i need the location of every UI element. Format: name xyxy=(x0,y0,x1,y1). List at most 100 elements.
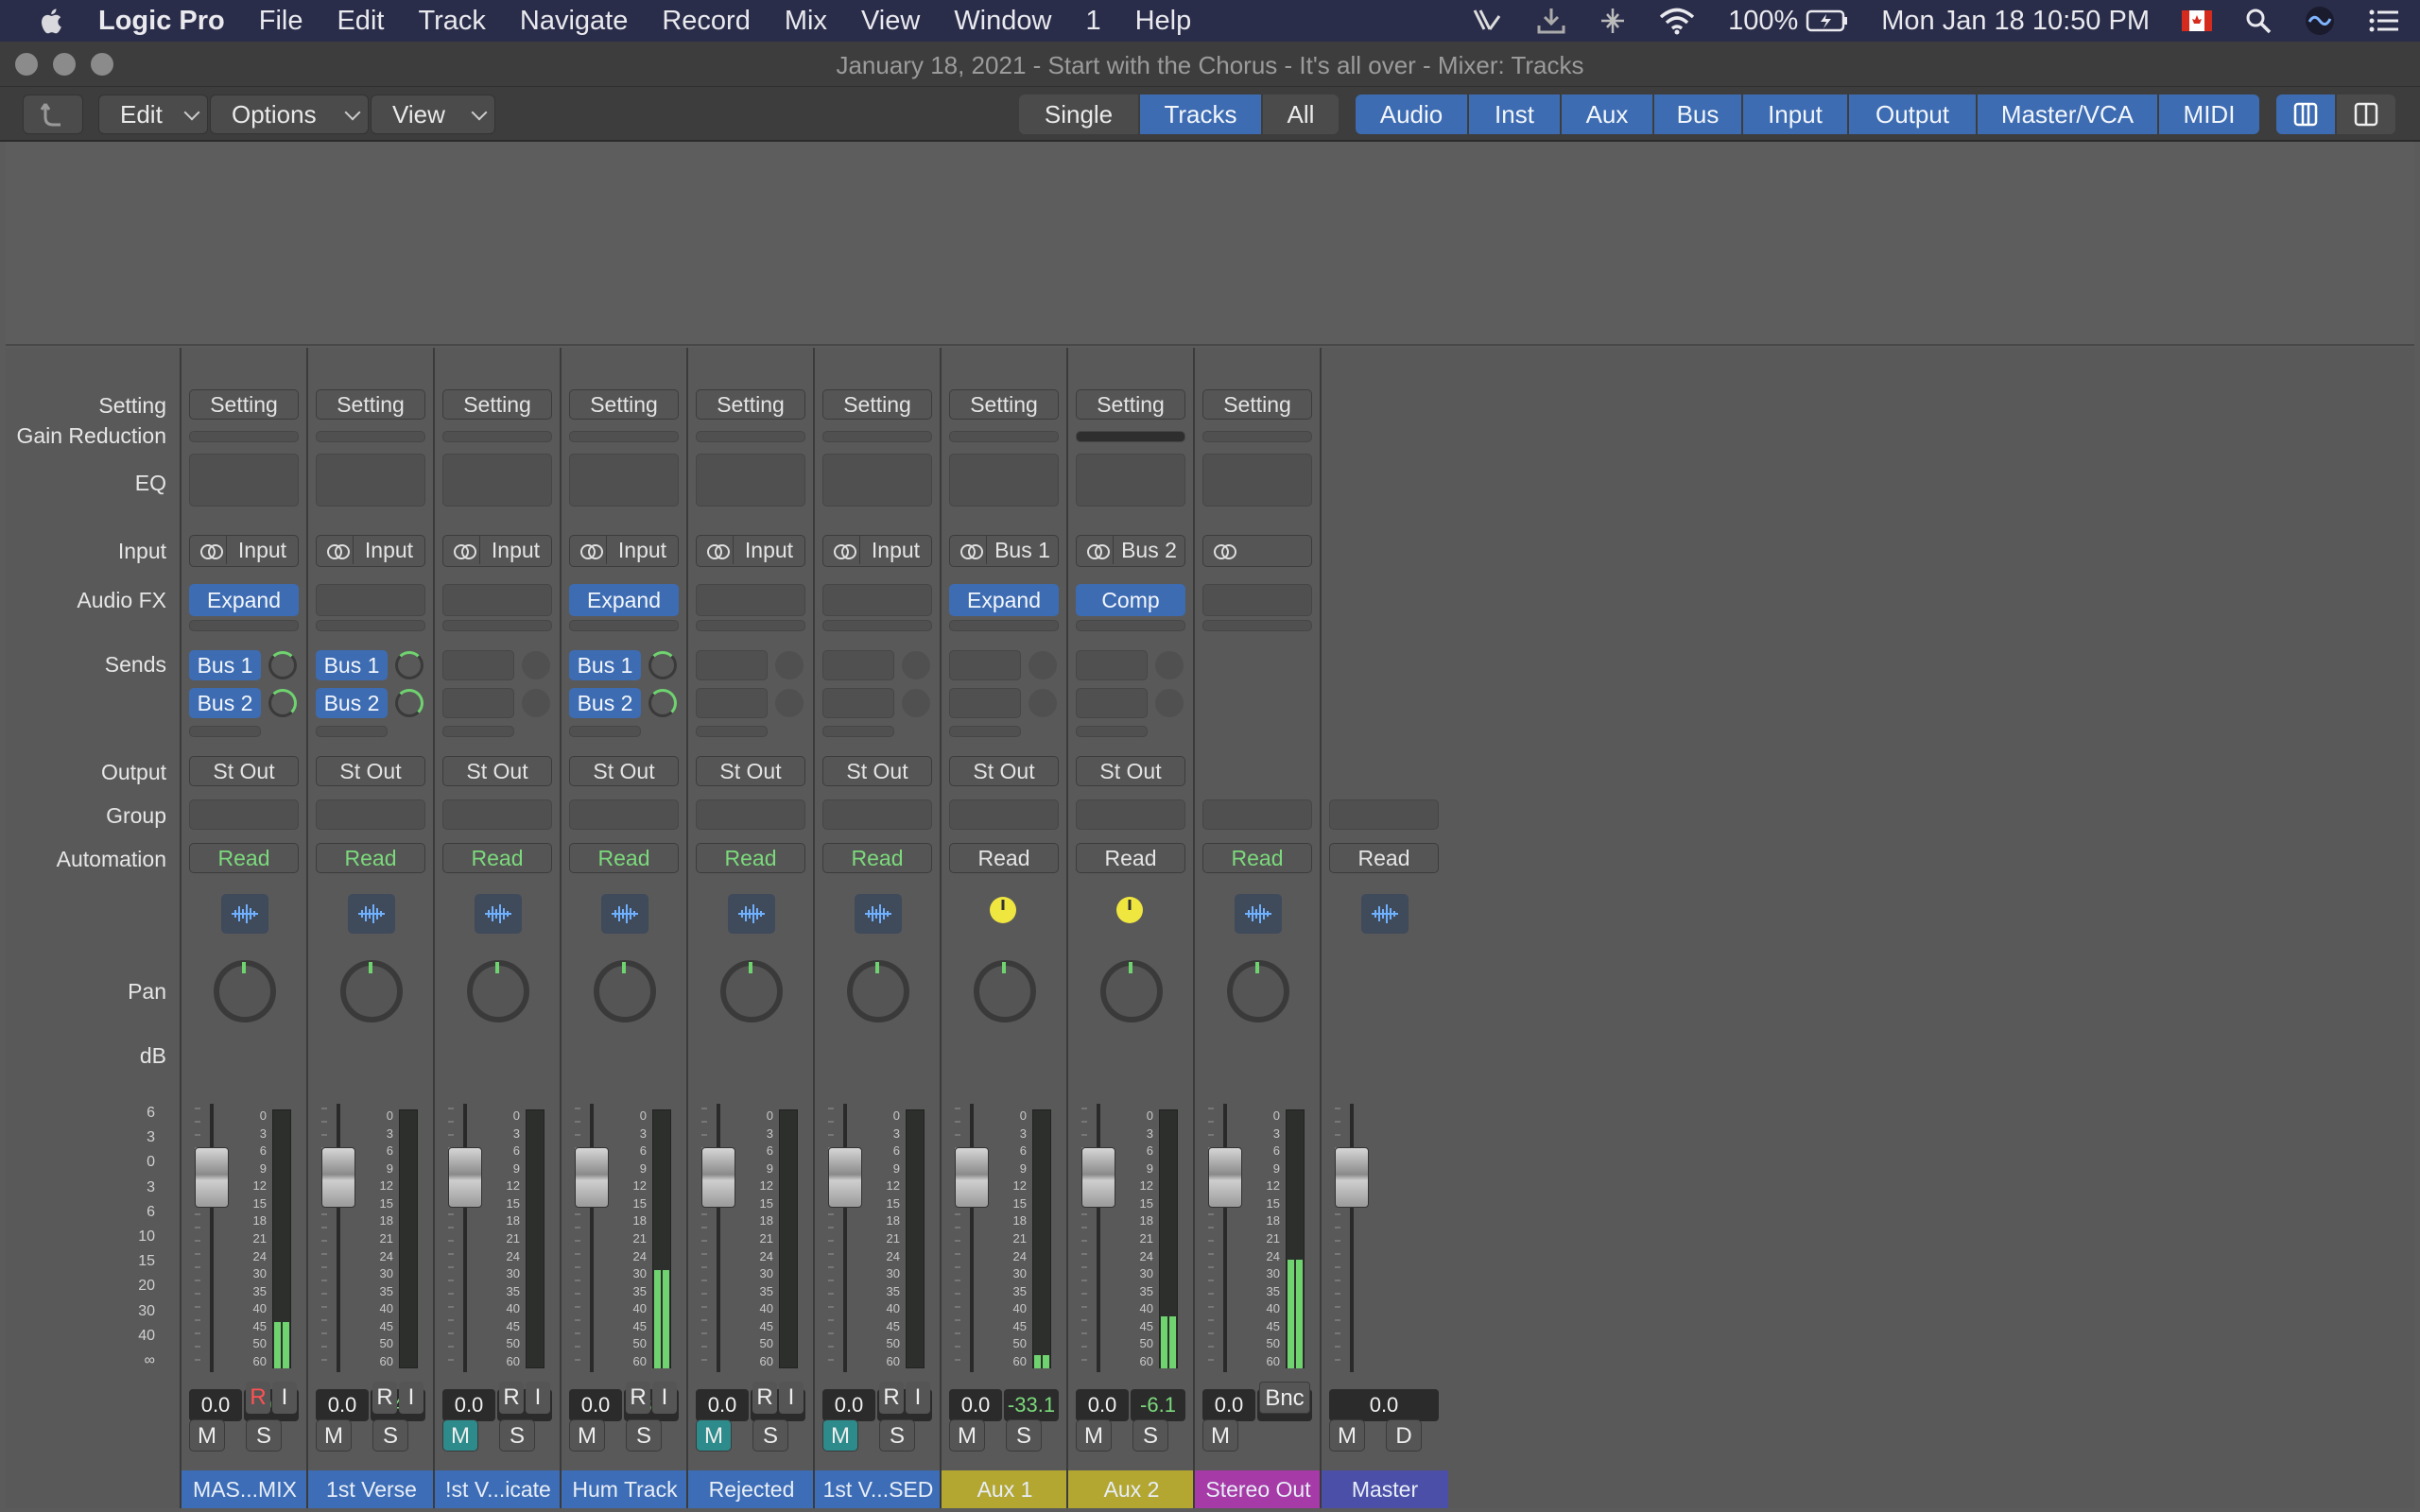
input-slot[interactable]: Input xyxy=(189,535,299,567)
input-slot[interactable] xyxy=(1202,535,1312,567)
volume-readout[interactable]: 0.0 xyxy=(316,1389,369,1421)
audio-fx-extra-slot[interactable] xyxy=(316,620,425,631)
send-level-knob[interactable] xyxy=(1155,651,1184,679)
volume-fader[interactable] xyxy=(701,1147,735,1208)
wifi-icon[interactable] xyxy=(1658,7,1696,35)
send-empty-slot[interactable] xyxy=(822,650,894,680)
menu-app-name[interactable]: Logic Pro xyxy=(98,6,225,37)
group-slot[interactable] xyxy=(1329,799,1439,830)
audio-fx-slot[interactable]: Expand xyxy=(189,584,299,616)
send-level-knob[interactable] xyxy=(1028,651,1057,679)
send-level-knob[interactable] xyxy=(648,689,677,717)
solo-button[interactable]: S xyxy=(879,1419,915,1452)
spotlight-search-icon[interactable] xyxy=(2244,7,2273,35)
aux-knob-icon[interactable] xyxy=(987,894,1019,931)
setting-button[interactable]: Setting xyxy=(822,389,932,420)
audio-fx-extra-slot[interactable] xyxy=(189,620,299,631)
filter-output-button[interactable]: Output xyxy=(1849,94,1976,134)
send-level-knob[interactable] xyxy=(775,689,804,717)
send-empty-slot[interactable] xyxy=(1076,688,1148,718)
menubar-clock[interactable]: Mon Jan 18 10:50 PM xyxy=(1881,6,2150,37)
volume-fader[interactable] xyxy=(448,1147,482,1208)
peak-readout[interactable]: -33.1 xyxy=(1004,1389,1059,1421)
automation-mode-button[interactable]: Read xyxy=(1329,843,1439,873)
automation-mode-button[interactable]: Read xyxy=(442,843,552,873)
download-tray-icon[interactable] xyxy=(1535,7,1567,35)
volume-readout[interactable]: 0.0 xyxy=(1202,1389,1255,1421)
setting-button[interactable]: Setting xyxy=(569,389,679,420)
filter-aux-button[interactable]: Aux xyxy=(1562,94,1652,134)
record-enable-button[interactable]: R xyxy=(372,1382,397,1414)
volume-readout[interactable]: 0.0 xyxy=(569,1389,622,1421)
mute-button[interactable]: M xyxy=(1202,1419,1238,1452)
setting-button[interactable]: Setting xyxy=(1076,389,1185,420)
input-slot[interactable]: Bus 2 xyxy=(1076,535,1185,567)
send-empty-slot[interactable] xyxy=(442,650,514,680)
volume-fader[interactable] xyxy=(575,1147,609,1208)
send-level-knob[interactable] xyxy=(648,651,677,679)
send-empty-slot[interactable] xyxy=(949,688,1021,718)
output-slot[interactable]: St Out xyxy=(696,756,805,786)
audio-fx-extra-slot[interactable] xyxy=(822,620,932,631)
solo-button[interactable]: S xyxy=(1006,1419,1042,1452)
setting-button[interactable]: Setting xyxy=(696,389,805,420)
pan-knob[interactable] xyxy=(1227,960,1289,1022)
input-slot[interactable]: Input xyxy=(316,535,425,567)
menu-file[interactable]: File xyxy=(259,6,303,37)
automation-mode-button[interactable]: Read xyxy=(1202,843,1312,873)
send-extra-slot[interactable] xyxy=(1076,726,1148,737)
volume-fader[interactable] xyxy=(828,1147,862,1208)
send-slot[interactable]: Bus 2 xyxy=(569,688,641,718)
group-slot[interactable] xyxy=(316,799,425,830)
wide-strips-button[interactable] xyxy=(2337,94,2395,134)
waveform-icon[interactable] xyxy=(1361,894,1409,934)
audio-fx-extra-slot[interactable] xyxy=(569,620,679,631)
send-extra-slot[interactable] xyxy=(822,726,894,737)
audio-fx-empty-slot[interactable] xyxy=(696,584,805,616)
input-monitor-button[interactable]: I xyxy=(779,1382,804,1414)
audio-fx-extra-slot[interactable] xyxy=(1076,620,1185,631)
track-name-plate[interactable]: Stereo Out xyxy=(1195,1470,1322,1508)
volume-readout[interactable]: 0.0 xyxy=(696,1389,749,1421)
volume-readout[interactable]: 0.0 xyxy=(822,1389,875,1421)
menu-window[interactable]: Window xyxy=(954,6,1051,37)
automation-mode-button[interactable]: Read xyxy=(822,843,932,873)
waveform-icon[interactable] xyxy=(601,894,648,934)
audio-fx-empty-slot[interactable] xyxy=(822,584,932,616)
audio-fx-extra-slot[interactable] xyxy=(949,620,1059,631)
send-level-knob[interactable] xyxy=(395,689,424,717)
input-slot[interactable]: Input xyxy=(696,535,805,567)
eq-thumbnail[interactable] xyxy=(1202,454,1312,507)
volume-readout[interactable]: 0.0 xyxy=(189,1389,242,1421)
output-slot[interactable]: St Out xyxy=(1076,756,1185,786)
send-empty-slot[interactable] xyxy=(822,688,894,718)
solo-button[interactable]: S xyxy=(499,1419,535,1452)
filter-inst-button[interactable]: Inst xyxy=(1469,94,1560,134)
group-slot[interactable] xyxy=(1202,799,1312,830)
input-slot[interactable]: Bus 1 xyxy=(949,535,1059,567)
filter-input-button[interactable]: Input xyxy=(1743,94,1847,134)
solo-button[interactable]: S xyxy=(372,1419,408,1452)
audio-fx-extra-slot[interactable] xyxy=(442,620,552,631)
automation-mode-button[interactable]: Read xyxy=(569,843,679,873)
send-empty-slot[interactable] xyxy=(949,650,1021,680)
send-level-knob[interactable] xyxy=(902,689,930,717)
eq-thumbnail[interactable] xyxy=(442,454,552,507)
record-enable-button[interactable]: R xyxy=(246,1382,270,1414)
waveform-icon[interactable] xyxy=(728,894,775,934)
record-enable-button[interactable]: R xyxy=(879,1382,904,1414)
volume-fader[interactable] xyxy=(195,1147,229,1208)
audio-fx-empty-slot[interactable] xyxy=(316,584,425,616)
send-slot[interactable]: Bus 2 xyxy=(189,688,261,718)
send-empty-slot[interactable] xyxy=(696,688,768,718)
solo-button[interactable]: S xyxy=(246,1419,282,1452)
send-level-knob[interactable] xyxy=(1028,689,1057,717)
send-level-knob[interactable] xyxy=(775,651,804,679)
waveform-icon[interactable] xyxy=(348,894,395,934)
send-extra-slot[interactable] xyxy=(316,726,388,737)
mute-button[interactable]: M xyxy=(1329,1419,1365,1452)
track-name-plate[interactable]: Hum Track xyxy=(562,1470,688,1508)
group-slot[interactable] xyxy=(189,799,299,830)
pan-knob[interactable] xyxy=(594,960,656,1022)
volume-fader[interactable] xyxy=(1335,1147,1369,1208)
